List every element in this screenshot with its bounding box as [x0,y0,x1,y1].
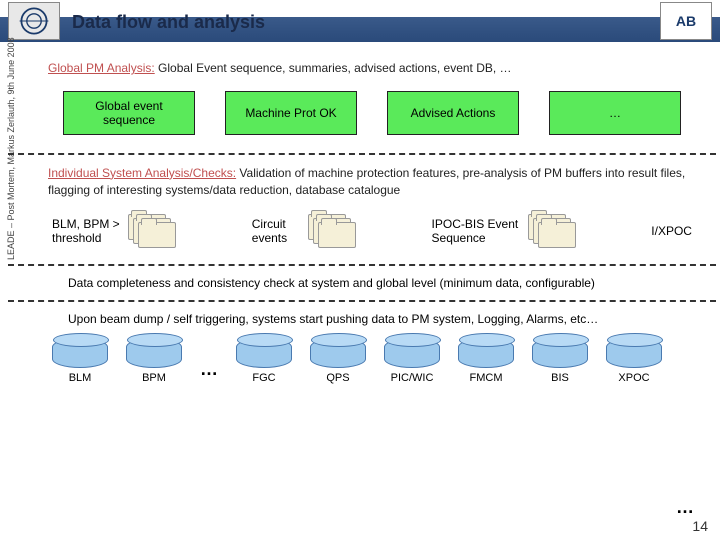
divider-3 [8,300,716,302]
dots-icon: … [200,359,218,384]
item-circuit-events: Circuit events [252,214,356,248]
item-blm-bpm: BLM, BPM > threshold [52,214,176,248]
cyl-bis: BIS [532,338,588,384]
box-machine-prot-ok: Machine Prot OK [225,91,357,135]
box-advised-actions: Advised Actions [387,91,519,135]
box-global-event-sequence: Global event sequence [63,91,195,135]
item-ipoc-bis: IPOC-BIS Event Sequence [432,214,576,248]
individual-analysis-text: Individual System Analysis/Checks: Valid… [48,165,696,199]
dots-right-icon: … [676,497,694,518]
cyl-fgc: FGC [236,338,292,384]
systems-row: BLM BPM … FGC QPS PIC/WIC FMCM BIS XPOC [48,338,696,384]
cyl-pic-wic: PIC/WIC [384,338,440,384]
folder-icon [528,214,576,248]
box-more: … [549,91,681,135]
cyl-qps: QPS [310,338,366,384]
cyl-blm: BLM [52,338,108,384]
header-bar: Data flow and analysis AB [0,0,720,42]
folder-icon [308,214,356,248]
cyl-bpm: BPM [126,338,182,384]
folder-icon [128,214,176,248]
page-number: 14 [692,518,708,534]
cyl-xpoc: XPOC [606,338,662,384]
result-items-row: BLM, BPM > threshold Circuit events IPOC… [48,214,696,248]
global-result-row: Global event sequence Machine Prot OK Ad… [48,91,696,135]
global-pm-text: Global PM Analysis: Global Event sequenc… [48,60,696,77]
push-text: Upon beam dump / self triggering, system… [68,312,696,326]
ab-logo: AB [660,2,712,40]
completeness-text: Data completeness and consistency check … [68,276,696,290]
divider-2 [8,264,716,266]
cyl-fmcm: FMCM [458,338,514,384]
item-ixpoc: I/XPOC [651,224,692,238]
divider-1 [8,153,716,155]
